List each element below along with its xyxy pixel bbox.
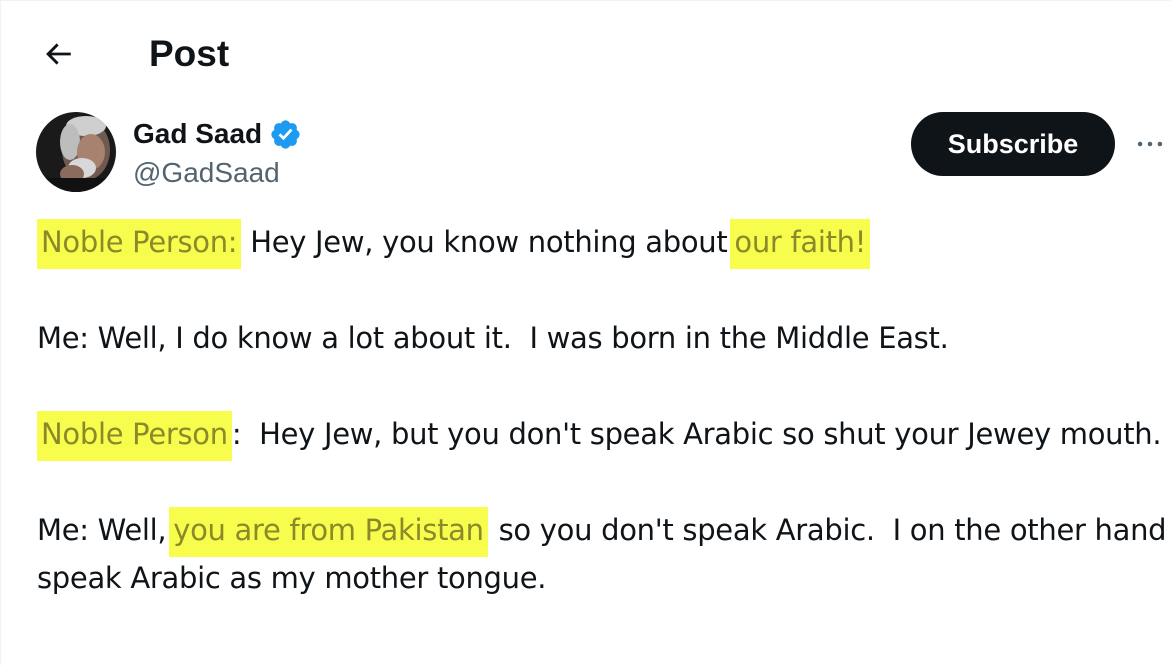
tweet-paragraph-1: Noble Person: Hey Jew, you know nothing … <box>37 218 1167 269</box>
highlighted-text: Noble Person: <box>37 219 242 269</box>
post-header: Post <box>0 0 1172 108</box>
tweet-paragraph-2: Me: Well, I do know a lot about it. I wa… <box>37 314 1167 362</box>
tweet-text-segment: : Hey Jew, but you don't speak Arabic so… <box>231 417 1162 451</box>
tweet-text-segment: Hey Jew, you know nothing about <box>241 225 737 259</box>
highlighted-text: Noble Person <box>37 411 232 461</box>
subscribe-button[interactable]: Subscribe <box>911 112 1115 176</box>
more-options-button[interactable] <box>1128 122 1172 166</box>
tweet-text-segment: Me: Well, I do know a lot about it. I wa… <box>37 321 949 355</box>
highlighted-text: our faith! <box>730 219 871 269</box>
back-button[interactable] <box>36 32 80 76</box>
verified-badge-icon <box>271 119 300 149</box>
avatar-image <box>36 112 116 192</box>
display-name[interactable]: Gad Saad <box>133 116 262 152</box>
tweet-text-segment: Me: Well, <box>37 513 176 547</box>
name-row: Gad Saad <box>133 116 302 152</box>
page-title: Post <box>149 33 230 74</box>
tweet-paragraph-3: Noble Person: Hey Jew, but you don't spe… <box>37 410 1167 461</box>
tweet-text: Noble Person: Hey Jew, you know nothing … <box>37 218 1167 650</box>
user-handle[interactable]: @GadSaad <box>133 155 280 191</box>
arrow-left-icon <box>46 43 71 65</box>
avatar[interactable] <box>36 112 116 192</box>
author-row: Gad Saad @GadSaad Subscribe <box>0 108 1172 198</box>
more-horizontal-icon <box>1137 141 1163 147</box>
tweet-paragraph-4: Me: Well, you are from Pakistan so you d… <box>37 506 1167 602</box>
highlighted-text: you are from Pakistan <box>169 507 488 557</box>
